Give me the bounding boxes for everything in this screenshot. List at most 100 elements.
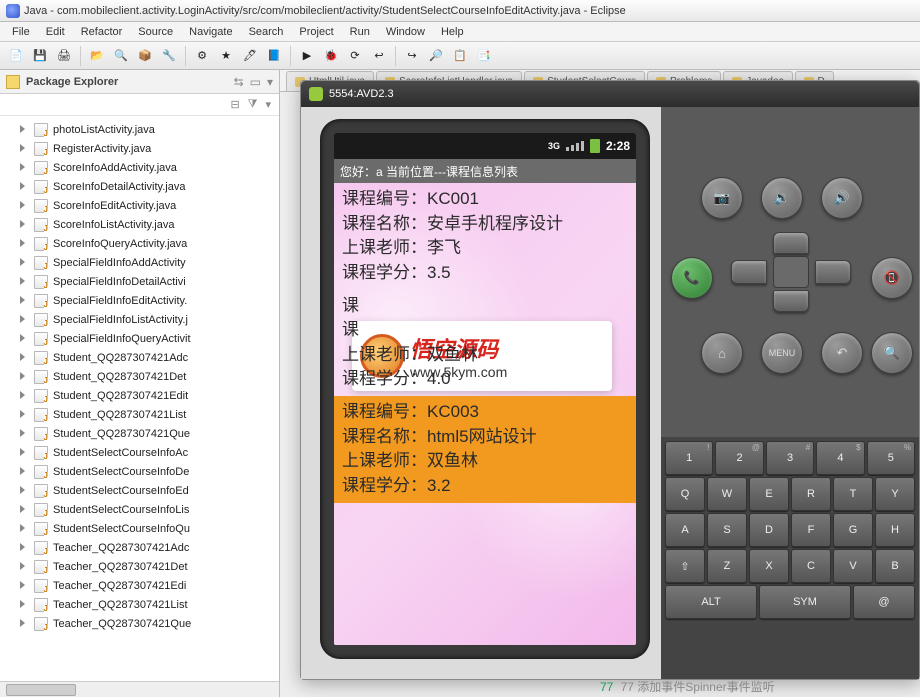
expand-icon[interactable] xyxy=(20,182,25,190)
menu-file[interactable]: File xyxy=(4,24,38,40)
tree-item[interactable]: ScoreInfoListActivity.java xyxy=(0,215,279,234)
toolbar-button-5[interactable]: 📦 xyxy=(135,46,155,66)
toolbar-button-18[interactable]: 📑 xyxy=(474,46,494,66)
key-W[interactable]: W xyxy=(707,477,747,511)
tree-item[interactable]: Student_QQ287307421Adc xyxy=(0,348,279,367)
toolbar-button-8[interactable]: ★ xyxy=(216,46,236,66)
menu-button[interactable]: MENU xyxy=(761,332,803,374)
emulator-titlebar[interactable]: 5554:AVD2.3 xyxy=(301,81,919,107)
android-emulator-window[interactable]: 5554:AVD2.3 3G 2:28 您好：a 当前位置---课程信息列表 xyxy=(300,80,920,680)
key-F[interactable]: F xyxy=(791,513,831,547)
menu-window[interactable]: Window xyxy=(378,24,433,40)
expand-icon[interactable] xyxy=(20,353,25,361)
file-tree[interactable]: photoListActivity.javaRegisterActivity.j… xyxy=(0,116,279,681)
expand-icon[interactable] xyxy=(20,163,25,171)
expand-icon[interactable] xyxy=(20,334,25,342)
expand-icon[interactable] xyxy=(20,581,25,589)
tree-item[interactable]: SpecialFieldInfoListActivity.j xyxy=(0,310,279,329)
tree-item[interactable]: Student_QQ287307421Edit xyxy=(0,386,279,405)
tree-item[interactable]: SpecialFieldInfoDetailActivi xyxy=(0,272,279,291)
expand-icon[interactable] xyxy=(20,619,25,627)
toolbar-button-15[interactable]: ↪ xyxy=(402,46,422,66)
home-button[interactable]: ⌂ xyxy=(701,332,743,374)
tree-item[interactable]: StudentSelectCourseInfoLis xyxy=(0,500,279,519)
toolbar-button-12[interactable]: 🐞 xyxy=(321,46,341,66)
menu-source[interactable]: Source xyxy=(130,24,181,40)
expand-icon[interactable] xyxy=(20,600,25,608)
key-⇧[interactable]: ⇧ xyxy=(665,549,705,583)
key-2[interactable]: @2 xyxy=(715,441,763,475)
course-item[interactable]: 课程编号：KC003课程名称：html5网站设计上课老师：双鱼林课程学分：3.2 xyxy=(334,396,636,503)
key-3[interactable]: #3 xyxy=(766,441,814,475)
tree-item[interactable]: SpecialFieldInfoAddActivity xyxy=(0,253,279,272)
key-X[interactable]: X xyxy=(749,549,789,583)
tree-item[interactable]: RegisterActivity.java xyxy=(0,139,279,158)
toolbar-button-17[interactable]: 📋 xyxy=(450,46,470,66)
tree-item[interactable]: Teacher_QQ287307421Edi xyxy=(0,576,279,595)
tree-item[interactable]: SpecialFieldInfoEditActivity. xyxy=(0,291,279,310)
menu-navigate[interactable]: Navigate xyxy=(181,24,240,40)
end-call-button[interactable]: 📵 xyxy=(871,257,913,299)
key-Y[interactable]: Y xyxy=(875,477,915,511)
course-item[interactable]: 课课上课老师：双鱼林课程学分：4.0 xyxy=(334,290,636,397)
toolbar-button-11[interactable]: ▶ xyxy=(297,46,317,66)
toolbar-button-2[interactable]: 🖨 xyxy=(54,46,74,66)
toolbar-button-9[interactable]: 🖊 xyxy=(240,46,260,66)
menu-run[interactable]: Run xyxy=(342,24,378,40)
course-list[interactable]: 悟空源码 www.5kym.com 课程编号：KC001课程名称：安卓手机程序设… xyxy=(334,183,636,645)
key-A[interactable]: A xyxy=(665,513,705,547)
expand-icon[interactable] xyxy=(20,277,25,285)
toolbar-button-10[interactable]: 📘 xyxy=(264,46,284,66)
tree-item[interactable]: ScoreInfoEditActivity.java xyxy=(0,196,279,215)
dpad-left[interactable] xyxy=(731,260,767,284)
minimize-view-icon[interactable]: ▭ xyxy=(250,75,261,89)
dpad-center[interactable] xyxy=(773,256,809,288)
back-button[interactable]: ↶ xyxy=(821,332,863,374)
key-1[interactable]: !1 xyxy=(665,441,713,475)
menu-edit[interactable]: Edit xyxy=(38,24,73,40)
tree-item[interactable]: ScoreInfoDetailActivity.java xyxy=(0,177,279,196)
tree-item[interactable]: ScoreInfoAddActivity.java xyxy=(0,158,279,177)
dpad-down[interactable] xyxy=(773,290,809,312)
expand-icon[interactable] xyxy=(20,562,25,570)
call-button[interactable]: 📞 xyxy=(671,257,713,299)
tree-item[interactable]: StudentSelectCourseInfoDe xyxy=(0,462,279,481)
expand-icon[interactable] xyxy=(20,429,25,437)
menu-search[interactable]: Search xyxy=(241,24,292,40)
expand-icon[interactable] xyxy=(20,524,25,532)
key-@[interactable]: @ xyxy=(853,585,915,619)
search-button[interactable]: 🔍 xyxy=(871,332,913,374)
toolbar-button-6[interactable]: 🔧 xyxy=(159,46,179,66)
toolbar-button-1[interactable]: 💾 xyxy=(30,46,50,66)
dpad-right[interactable] xyxy=(815,260,851,284)
key-4[interactable]: $4 xyxy=(816,441,864,475)
expand-icon[interactable] xyxy=(20,315,25,323)
toolbar-button-4[interactable]: 🔍 xyxy=(111,46,131,66)
key-G[interactable]: G xyxy=(833,513,873,547)
toolbar-button-0[interactable]: 📄 xyxy=(6,46,26,66)
expand-icon[interactable] xyxy=(20,486,25,494)
menu-dropdown-icon[interactable]: ▾ xyxy=(265,98,271,111)
toolbar-button-7[interactable]: ⚙ xyxy=(192,46,212,66)
expand-icon[interactable] xyxy=(20,505,25,513)
tree-item[interactable]: Student_QQ287307421Que xyxy=(0,424,279,443)
menu-refactor[interactable]: Refactor xyxy=(73,24,131,40)
tree-item[interactable]: StudentSelectCourseInfoEd xyxy=(0,481,279,500)
key-SYM[interactable]: SYM xyxy=(759,585,851,619)
expand-icon[interactable] xyxy=(20,258,25,266)
key-V[interactable]: V xyxy=(833,549,873,583)
tree-item[interactable]: Teacher_QQ287307421Adc xyxy=(0,538,279,557)
tree-item[interactable]: Teacher_QQ287307421Que xyxy=(0,614,279,633)
package-explorer-tab[interactable]: Package Explorer ⇆ ▭ ▾ xyxy=(0,70,279,94)
key-D[interactable]: D xyxy=(749,513,789,547)
tree-item[interactable]: StudentSelectCourseInfoAc xyxy=(0,443,279,462)
tree-item[interactable]: SpecialFieldInfoQueryActivit xyxy=(0,329,279,348)
filter-icon[interactable]: ⧩ xyxy=(248,98,258,111)
key-T[interactable]: T xyxy=(833,477,873,511)
view-menu-icon[interactable]: ▾ xyxy=(267,75,273,89)
expand-icon[interactable] xyxy=(20,220,25,228)
key-B[interactable]: B xyxy=(875,549,915,583)
camera-button[interactable]: 📷 xyxy=(701,177,743,219)
dpad-up[interactable] xyxy=(773,232,809,254)
expand-icon[interactable] xyxy=(20,410,25,418)
